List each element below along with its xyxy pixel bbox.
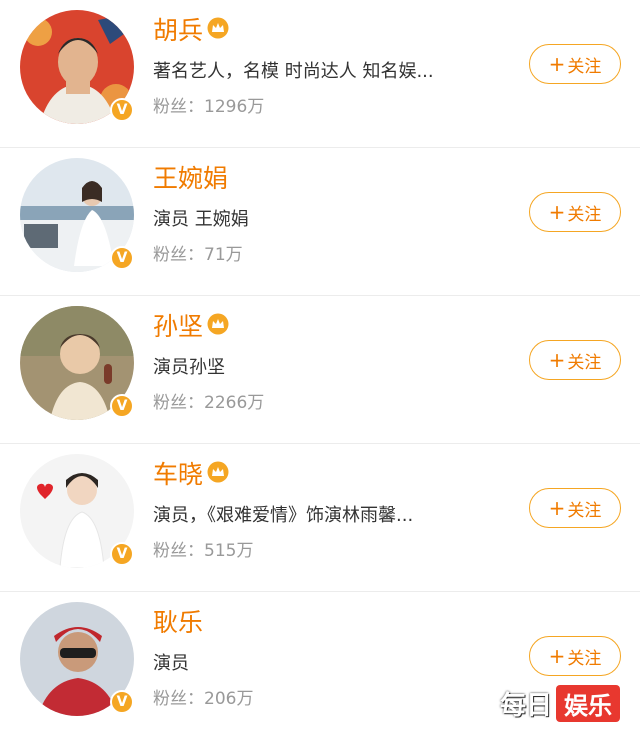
user-list: V 胡兵 著名艺人，名模 时尚达人 知名娱... 粉丝：1296万 + 关注 V… (0, 0, 640, 740)
user-description: 演员孙坚 (153, 357, 225, 378)
verified-badge-icon: V (110, 542, 134, 566)
verified-badge-icon: V (110, 394, 134, 418)
follow-button[interactable]: + 关注 (529, 636, 621, 676)
user-name[interactable]: 王婉娟 (153, 162, 228, 196)
watermark-text: 每日 (500, 691, 553, 721)
fans-count: 粉丝：515万 (153, 541, 254, 561)
fans-count: 粉丝：2266万 (153, 393, 265, 413)
follow-button[interactable]: + 关注 (529, 488, 621, 528)
plus-icon: + (548, 200, 566, 224)
user-description: 著名艺人，名模 时尚达人 知名娱... (153, 61, 434, 82)
user-description: 演员 王婉娟 (153, 209, 249, 230)
user-description: 演员 (153, 653, 189, 674)
user-name[interactable]: 耿乐 (153, 606, 203, 640)
crown-icon (207, 458, 229, 492)
plus-icon: + (548, 348, 566, 372)
list-item[interactable]: V 胡兵 著名艺人，名模 时尚达人 知名娱... 粉丝：1296万 + 关注 (0, 0, 640, 148)
plus-icon: + (548, 496, 566, 520)
list-item[interactable]: V 车晓 演员，《艰难爱情》饰演林雨馨... 粉丝：515万 + 关注 (0, 444, 640, 592)
user-description: 演员，《艰难爱情》饰演林雨馨... (153, 505, 414, 526)
verified-badge-icon: V (110, 246, 134, 270)
fans-count: 粉丝：1296万 (153, 97, 265, 117)
user-name[interactable]: 车晓 (153, 458, 229, 492)
verified-badge-icon: V (110, 690, 134, 714)
follow-button[interactable]: + 关注 (529, 44, 621, 84)
fans-count: 粉丝：71万 (153, 245, 243, 265)
crown-icon (207, 310, 229, 344)
watermark: 每日 娱乐 (500, 685, 621, 722)
verified-badge-icon: V (110, 98, 134, 122)
list-item[interactable]: V 孙坚 演员孙坚 粉丝：2266万 + 关注 (0, 296, 640, 444)
watermark-label: 娱乐 (556, 685, 621, 722)
plus-icon: + (548, 644, 566, 668)
follow-button[interactable]: + 关注 (529, 340, 621, 380)
plus-icon: + (548, 52, 566, 76)
fans-count: 粉丝：206万 (153, 689, 254, 709)
crown-icon (207, 14, 229, 48)
user-name[interactable]: 孙坚 (153, 310, 229, 344)
follow-button[interactable]: + 关注 (529, 192, 621, 232)
list-item[interactable]: V 王婉娟 演员 王婉娟 粉丝：71万 + 关注 (0, 148, 640, 296)
user-name[interactable]: 胡兵 (153, 14, 229, 48)
